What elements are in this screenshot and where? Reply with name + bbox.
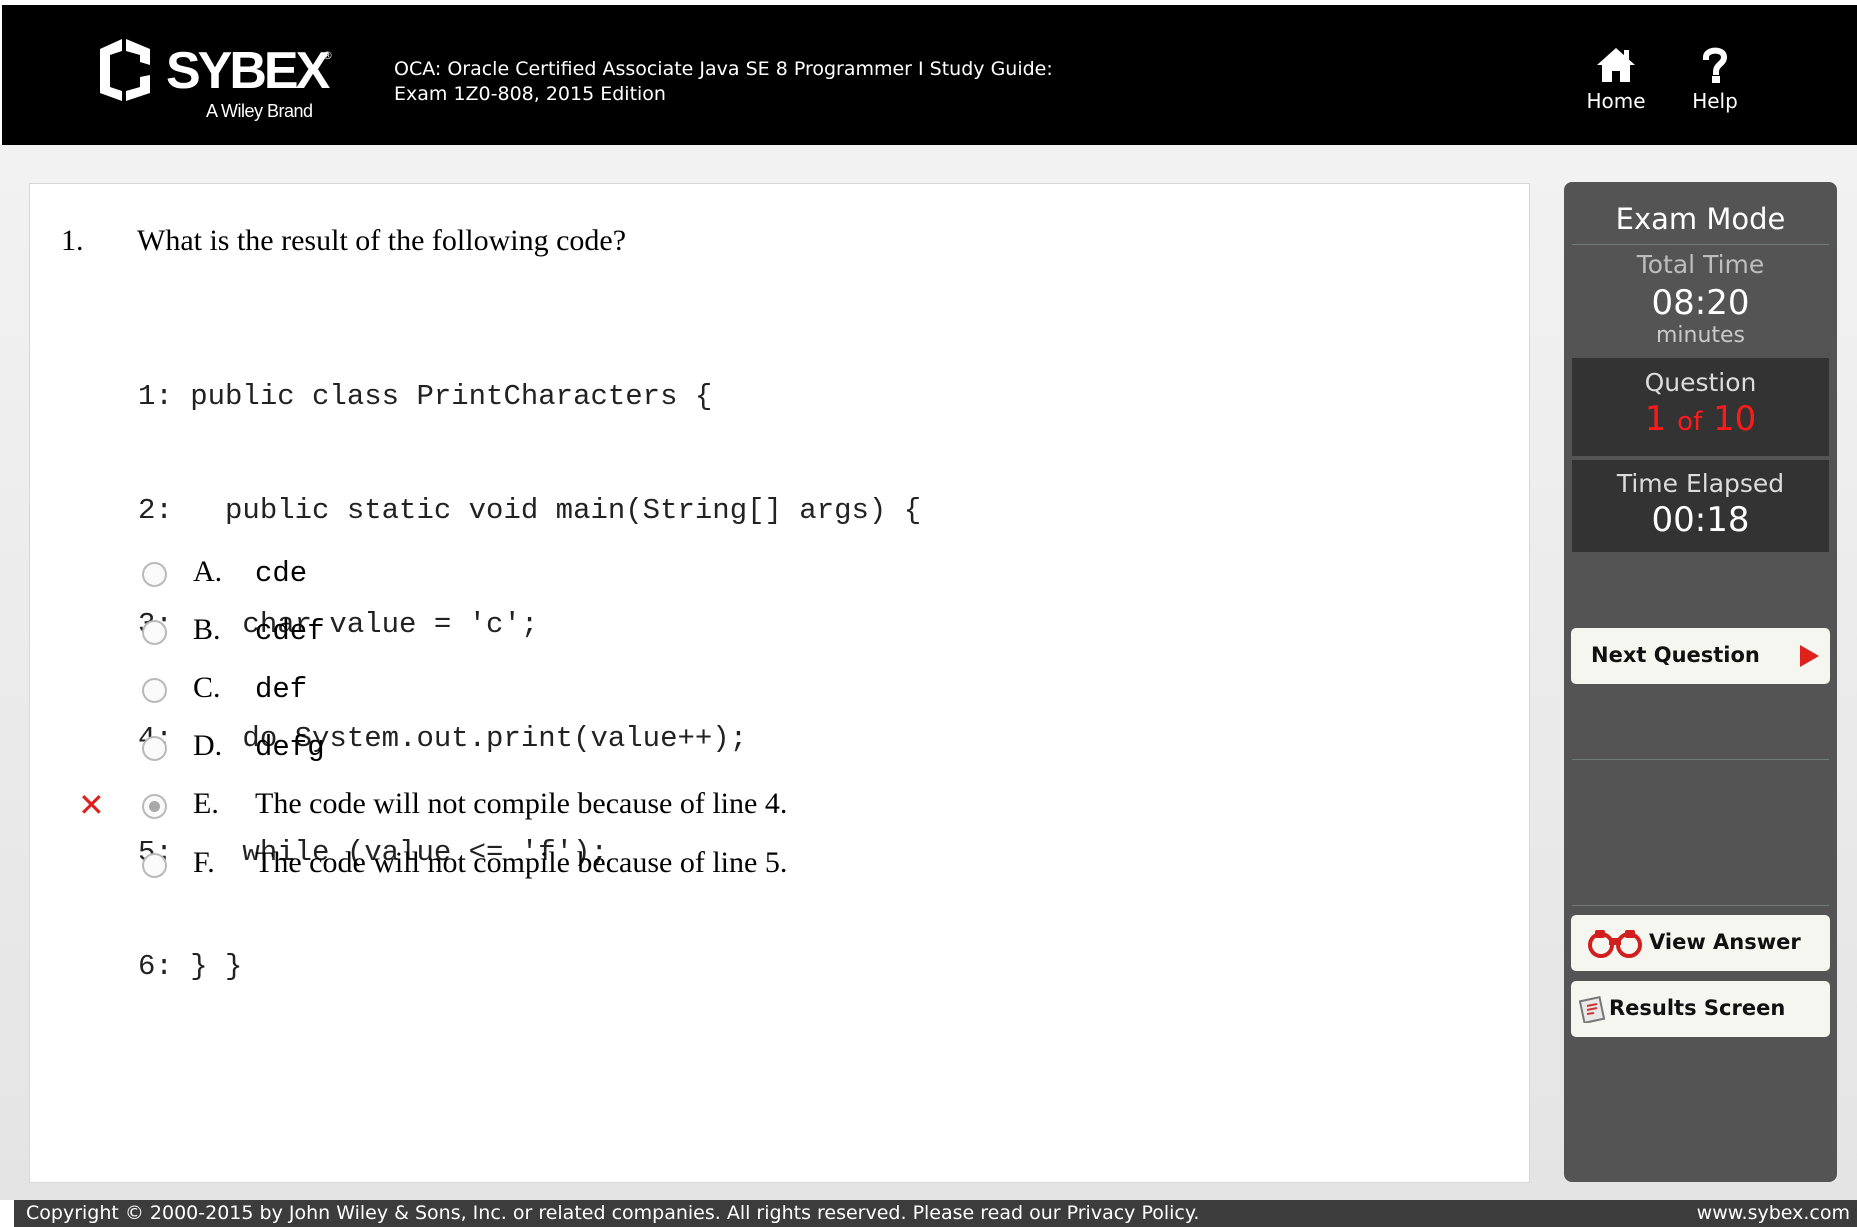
option-letter: C. [193,671,221,704]
sybex-logo: SYBEX ® A Wiley Brand [90,29,340,129]
footer-copyright[interactable]: Copyright © 2000-2015 by John Wiley & So… [26,1202,1199,1224]
brand-tagline: A Wiley Brand [206,101,313,121]
view-answer-button[interactable]: View Answer [1571,915,1830,971]
code-line: 6: } } [138,950,243,983]
question-current: 1 [1644,399,1667,439]
next-question-label: Next Question [1591,643,1760,667]
answer-option-c[interactable]: C. def [30,665,1030,715]
total-time-label: Total Time [1636,250,1765,279]
divider [1572,759,1829,760]
option-text: def [255,673,308,706]
radio-button[interactable] [142,736,167,761]
play-arrow-icon [1800,645,1819,667]
course-title: OCA: Oracle Certified Associate Java SE … [394,57,1154,107]
option-text: cde [255,557,308,590]
question-total: 10 [1713,399,1757,439]
question-number: 1. [61,224,84,257]
option-letter: B. [193,613,221,646]
question-panel: 1. What is the result of the following c… [29,183,1530,1183]
answer-option-e[interactable]: ✕ E. The code will not compile because o… [30,781,1030,831]
footer-bar: Copyright © 2000-2015 by John Wiley & So… [14,1200,1857,1227]
time-elapsed-label: Time Elapsed [1616,469,1785,498]
help-icon [1702,47,1728,83]
option-text: defg [255,731,325,764]
brand-name: SYBEX [166,42,330,100]
binoculars-icon [1588,930,1642,958]
time-elapsed-value: 00:18 [1651,500,1750,540]
divider [1572,244,1829,245]
total-time-value: 08:20 [1651,283,1750,323]
answer-option-f[interactable]: F. The code will not compile because of … [30,840,1030,890]
course-title-line1: OCA: Oracle Certified Associate Java SE … [394,58,1053,80]
option-letter: A. [193,555,223,588]
answer-option-d[interactable]: D. defg [30,723,1030,773]
radio-button-selected[interactable] [142,794,167,819]
sybex-logo-icon [100,39,150,101]
home-button[interactable]: Home [1576,45,1656,113]
option-letter: F. [193,846,215,879]
radio-button[interactable] [142,853,167,878]
radio-button[interactable] [142,620,167,645]
question-of: of [1677,407,1703,437]
home-label: Home [1586,89,1646,113]
option-letter: E. [193,787,219,820]
option-text: The code will not compile because of lin… [255,846,788,879]
results-screen-button[interactable]: Results Screen [1571,981,1830,1037]
code-line: 2: public static void main(String[] args… [138,494,922,527]
answer-option-b[interactable]: B. cdef [30,607,1030,657]
radio-button[interactable] [142,562,167,587]
home-icon [1597,48,1635,82]
exam-mode-title: Exam Mode [1615,202,1786,236]
option-letter: D. [193,729,223,762]
footer-site-link[interactable]: www.sybex.com [1697,1202,1850,1224]
question-text: What is the result of the following code… [137,224,627,257]
question-progress-value: 1 of 10 [1572,399,1829,439]
question-progress-panel: Question 1 of 10 [1572,358,1829,456]
exam-sidebar: Exam Mode Total Time 08:20 minutes Quest… [1564,182,1837,1182]
option-text: cdef [255,615,325,648]
divider [1572,905,1829,906]
results-screen-label: Results Screen [1609,996,1786,1020]
view-answer-label: View Answer [1649,930,1801,954]
total-time-unit: minutes [1655,323,1746,348]
app-header: SYBEX ® A Wiley Brand OCA: Oracle Certif… [2,5,1857,145]
code-line: 1: public class PrintCharacters { [138,380,713,413]
help-button[interactable]: Help [1675,45,1755,113]
course-title-line2: Exam 1Z0-808, 2015 Edition [394,83,666,105]
total-time-panel: Total Time 08:20 minutes [1572,246,1829,358]
option-text: The code will not compile because of lin… [255,787,788,820]
radio-button[interactable] [142,678,167,703]
answer-option-a[interactable]: A. cde [30,549,1030,599]
help-label: Help [1692,89,1738,113]
wrong-answer-icon: ✕ [78,786,105,824]
brand-registered-mark: ® [322,49,333,62]
results-clipboard-icon [1579,995,1606,1023]
time-elapsed-panel: Time Elapsed 00:18 [1572,460,1829,552]
next-question-button[interactable]: Next Question [1571,628,1830,684]
question-progress-label: Question [1644,368,1757,397]
